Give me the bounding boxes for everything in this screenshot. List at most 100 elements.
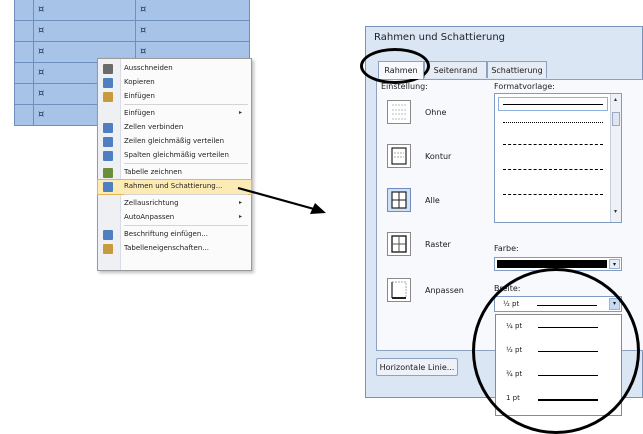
- menu-item[interactable]: AutoAnpassen ▸: [98, 211, 251, 225]
- context-menu: Ausschneiden Kopieren Einfügen Einfügen ▸ Zel…: [97, 58, 252, 271]
- table-column-border: [135, 0, 136, 21]
- end-of-cell-mark[interactable]: ¤: [38, 4, 44, 15]
- menu-item[interactable]: Zellausrichtung ▸: [98, 197, 251, 211]
- borders-icon: [103, 182, 113, 192]
- end-of-cell-mark[interactable]: ¤: [38, 88, 44, 99]
- menu-item[interactable]: Einfügen ▸: [98, 107, 251, 121]
- setting-ohne-icon[interactable]: [387, 100, 411, 124]
- table-row[interactable]: ¤¤: [14, 0, 250, 21]
- menu-item[interactable]: Rahmen und Schattierung...: [97, 179, 252, 195]
- menu-item[interactable]: Zeilen gleichmäßig verteilen: [98, 135, 251, 149]
- distribute-columns-icon: [103, 151, 113, 161]
- menu-item-label: Zeilen gleichmäßig verteilen: [124, 137, 225, 145]
- menu-separator: [124, 104, 248, 105]
- menu-item[interactable]: Ausschneiden: [98, 62, 251, 76]
- menu-separator: [124, 194, 248, 195]
- farbe-label: Farbe:: [494, 244, 519, 253]
- menu-item[interactable]: Spalten gleichmäßig verteilen: [98, 149, 251, 163]
- tab-rahmen-label: Rahmen: [384, 66, 418, 75]
- copy-icon: [103, 78, 113, 88]
- table-row[interactable]: ¤¤: [14, 21, 250, 42]
- annotation-circle-width: [472, 268, 640, 434]
- line-style-dash-dot[interactable]: [503, 194, 603, 195]
- formatvorlage-label: Formatvorlage:: [494, 82, 555, 91]
- menu-item-label: AutoAnpassen: [124, 213, 175, 221]
- menu-separator: [124, 163, 248, 164]
- table-column-border: [249, 0, 250, 21]
- submenu-arrow-icon: ▸: [238, 109, 242, 116]
- table-column-border: [33, 42, 34, 63]
- end-of-cell-mark[interactable]: ¤: [140, 25, 146, 36]
- setting-alle-label[interactable]: Alle: [425, 196, 440, 205]
- table-column-border: [33, 105, 34, 126]
- table-column-border: [135, 21, 136, 42]
- menu-item[interactable]: Beschriftung einfügen...: [98, 228, 251, 242]
- scroll-down-icon[interactable]: ▾: [610, 208, 621, 220]
- tab-seitenrand[interactable]: Seitenrand: [424, 61, 487, 78]
- menu-item-label: Kopieren: [124, 78, 155, 86]
- menu-item-label: Zellausrichtung: [124, 199, 179, 207]
- menu-item[interactable]: Tabelleneigenschaften...: [98, 242, 251, 256]
- setting-anpassen-label[interactable]: Anpassen: [425, 286, 464, 295]
- line-style-dashed-long[interactable]: [503, 169, 603, 170]
- merge-cells-icon: [103, 123, 113, 133]
- end-of-cell-mark[interactable]: ¤: [140, 46, 146, 57]
- table-column-border: [14, 84, 15, 105]
- menu-item[interactable]: Tabelle zeichnen: [98, 166, 251, 180]
- line-style-solid[interactable]: [503, 104, 603, 105]
- menu-item-label: Rahmen und Schattierung...: [124, 182, 223, 190]
- scissors-icon: [103, 64, 113, 74]
- menu-item-label: Spalten gleichmäßig verteilen: [124, 151, 229, 159]
- tab-schattierung-label: Schattierung: [491, 66, 543, 75]
- menu-item[interactable]: Kopieren: [98, 76, 251, 90]
- table-column-border: [33, 63, 34, 84]
- table-column-border: [14, 42, 15, 63]
- menu-item-label: Tabelleneigenschaften...: [124, 244, 209, 252]
- setting-raster-label[interactable]: Raster: [425, 240, 451, 249]
- setting-alle-icon[interactable]: [387, 188, 411, 212]
- annotation-arrow: [237, 186, 326, 214]
- scroll-thumb[interactable]: [612, 112, 620, 126]
- color-dropdown-icon[interactable]: ▾: [609, 259, 620, 269]
- caption-icon: [103, 230, 113, 240]
- end-of-cell-mark[interactable]: ¤: [38, 67, 44, 78]
- setting-kontur-icon[interactable]: [387, 144, 411, 168]
- setting-kontur-label[interactable]: Kontur: [425, 152, 451, 161]
- table-column-border: [14, 105, 15, 126]
- end-of-cell-mark[interactable]: ¤: [38, 46, 44, 57]
- setting-anpassen-icon[interactable]: [387, 278, 411, 302]
- menu-item[interactable]: Einfügen: [98, 90, 251, 104]
- tab-seitenrand-label: Seitenrand: [433, 66, 478, 75]
- end-of-cell-mark[interactable]: ¤: [38, 109, 44, 120]
- table-column-border: [14, 0, 15, 21]
- table-column-border: [14, 63, 15, 84]
- distribute-rows-icon: [103, 137, 113, 147]
- end-of-cell-mark[interactable]: ¤: [38, 25, 44, 36]
- end-of-cell-mark[interactable]: ¤: [140, 4, 146, 15]
- menu-item-label: Tabelle zeichnen: [124, 168, 182, 176]
- table-column-border: [33, 0, 34, 21]
- menu-item-label: Zellen verbinden: [124, 123, 184, 131]
- menu-item-label: Einfügen: [124, 92, 155, 100]
- menu-item[interactable]: Zellen verbinden: [98, 121, 251, 135]
- line-style-dashed-short[interactable]: [503, 144, 603, 145]
- menu-separator: [124, 225, 248, 226]
- table-column-border: [33, 21, 34, 42]
- line-style-dotted[interactable]: [503, 122, 603, 123]
- tab-rahmen[interactable]: Rahmen: [378, 61, 424, 79]
- horizontal-line-button[interactable]: Horizontale Linie...: [376, 358, 458, 376]
- menu-item-label: Einfügen: [124, 109, 155, 117]
- dialog-title: Rahmen und Schattierung: [374, 32, 506, 43]
- table-column-border: [33, 84, 34, 105]
- menu-item-label: Beschriftung einfügen...: [124, 230, 208, 238]
- setting-ohne-label[interactable]: Ohne: [425, 108, 446, 117]
- scroll-up-icon[interactable]: ▴: [610, 96, 621, 108]
- table-properties-icon: [103, 244, 113, 254]
- tab-schattierung[interactable]: Schattierung: [487, 61, 547, 78]
- table-column-border: [14, 21, 15, 42]
- table-column-border: [249, 21, 250, 42]
- line-style-list[interactable]: ▴ ▾: [494, 93, 622, 223]
- pencil-icon: [103, 168, 113, 178]
- menu-item-label: Ausschneiden: [124, 64, 173, 72]
- setting-raster-icon[interactable]: [387, 232, 411, 256]
